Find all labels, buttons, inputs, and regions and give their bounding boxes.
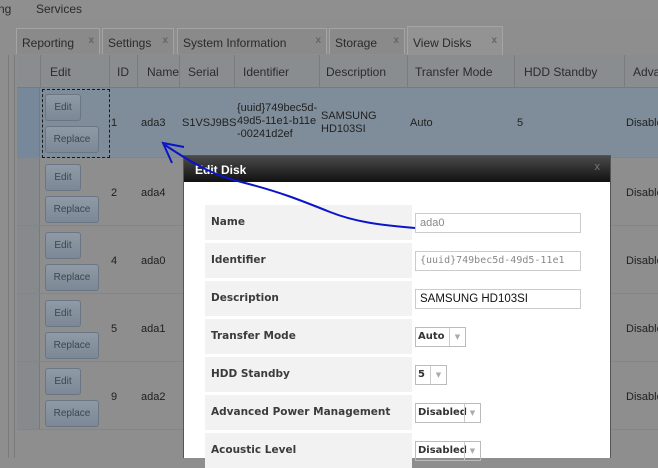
chevron-down-icon: ▼	[464, 404, 480, 422]
acoustic-level-select[interactable]: Disabled ▼	[415, 441, 481, 461]
tab-label: Storage	[335, 36, 378, 50]
focus-outline	[42, 89, 110, 158]
hdd-standby-select[interactable]: 5 ▼	[415, 365, 447, 385]
table-row[interactable]: Edit Replace 1 ada3 DisabledS1VSJ9BS {uu…	[17, 88, 658, 158]
col-edit[interactable]: Edit	[50, 65, 71, 79]
col-transfer-mode[interactable]: Transfer Mode	[415, 65, 493, 79]
cell-name: ada4	[141, 187, 166, 199]
cell-id: 4	[111, 255, 118, 267]
field-row-identifier: Identifier	[205, 243, 412, 278]
tab-reporting[interactable]: Reporting x	[16, 28, 100, 54]
tab-settings[interactable]: Settings x	[102, 28, 174, 54]
cell-identifier: {uuid}749bec5d-49d5-11e1-b11e-00241d2ef	[237, 102, 318, 140]
edit-button[interactable]: Edit	[45, 300, 81, 327]
cell-id: 2	[111, 187, 118, 199]
menu-bar: ng Services	[0, 0, 658, 20]
close-icon[interactable]: x	[162, 35, 168, 46]
close-icon[interactable]: x	[393, 35, 399, 46]
col-identifier[interactable]: Identifier	[243, 65, 289, 79]
chevron-down-icon: ▼	[449, 328, 465, 346]
cell-id: 1	[111, 117, 118, 129]
row-handle	[17, 362, 40, 429]
tab-system-information[interactable]: System Information x	[177, 28, 327, 54]
tab-label: Reporting	[22, 36, 75, 50]
select-value: Disabled	[418, 407, 467, 418]
edit-button[interactable]: Edit	[45, 232, 81, 259]
col-description[interactable]: Description	[326, 65, 386, 79]
cell-apm: Disabled	[626, 187, 658, 199]
col-hdd-standby[interactable]: HDD Standby	[524, 65, 597, 79]
field-row-name: Name	[205, 205, 412, 240]
edit-button[interactable]: Edit	[45, 164, 81, 191]
name-input[interactable]: ada0	[415, 213, 581, 233]
replace-button[interactable]: Replace	[45, 332, 99, 359]
cell-apm: Disabled	[626, 117, 658, 129]
cell-name: ada1	[141, 323, 166, 335]
field-label: Identifier	[211, 254, 266, 266]
divider	[14, 55, 15, 458]
field-row-apm: Advanced Power Management	[205, 395, 412, 430]
row-handle	[17, 158, 40, 225]
replace-button[interactable]: Replace	[45, 400, 99, 427]
cell-apm: Disabled	[626, 323, 658, 335]
select-value: 5	[418, 369, 425, 380]
field-label: Acoustic Level	[211, 444, 297, 456]
replace-button[interactable]: Replace	[45, 264, 99, 291]
menu-item-partial[interactable]: ng	[0, 2, 11, 16]
col-id[interactable]: ID	[117, 65, 129, 79]
cell-id: 9	[111, 391, 118, 403]
cell-id: 5	[111, 323, 118, 335]
cell-serial: S1VSJ9BS	[182, 117, 237, 129]
description-input[interactable]: SAMSUNG HD103SI	[415, 289, 581, 309]
transfer-mode-select[interactable]: Auto ▼	[415, 327, 466, 347]
chevron-down-icon: ▼	[464, 442, 480, 460]
tab-label: View Disks	[413, 36, 472, 50]
cell-apm: Disabled	[626, 391, 658, 403]
close-icon[interactable]: x	[491, 35, 497, 46]
identifier-input[interactable]: {uuid}749bec5d-49d5-11e1	[415, 251, 581, 271]
tab-view-disks[interactable]: View Disks x	[407, 26, 503, 55]
cell-hdd-standby: 5	[517, 117, 524, 129]
field-label: Description	[211, 292, 279, 304]
cell-apm: Disabled	[626, 255, 658, 267]
field-label: HDD Standby	[211, 368, 290, 380]
field-row-transfer-mode: Transfer Mode	[205, 319, 412, 354]
edit-button[interactable]: Edit	[45, 368, 81, 395]
cell-name: ada0	[141, 255, 166, 267]
close-icon[interactable]: x	[315, 35, 321, 46]
tab-label: Settings	[108, 36, 152, 50]
tab-storage[interactable]: Storage x	[329, 28, 405, 54]
field-row-acoustic-level: Acoustic Level	[205, 433, 412, 468]
col-advanced[interactable]: Advan	[633, 65, 658, 79]
replace-button[interactable]: Replace	[45, 196, 99, 223]
cell-name: ada2	[141, 391, 166, 403]
col-name[interactable]: Name	[147, 65, 179, 79]
table-header: Edit ID Name Serial Identifier Descripti…	[17, 55, 658, 88]
cell-transfer-mode: Auto	[410, 117, 433, 129]
divider	[8, 55, 9, 458]
field-row-description: Description	[205, 281, 412, 316]
cell-description: SAMSUNG HD103SI	[321, 110, 377, 135]
row-handle	[17, 294, 40, 361]
cell-name: ada3	[141, 117, 166, 129]
dialog-title: Edit Disk	[184, 156, 610, 182]
select-value: Auto	[418, 331, 445, 342]
apm-select[interactable]: Disabled ▼	[415, 403, 481, 423]
tab-label: System Information	[183, 36, 287, 50]
field-label: Advanced Power Management	[211, 406, 391, 418]
edit-disk-dialog: Edit Disk x Name ada0 Identifier {uuid}7…	[183, 155, 611, 468]
field-label: Transfer Mode	[211, 330, 296, 342]
select-value: Disabled	[418, 445, 467, 456]
field-row-hdd-standby: HDD Standby	[205, 357, 412, 392]
close-icon[interactable]: x	[595, 161, 601, 173]
menu-item-services[interactable]: Services	[36, 2, 82, 16]
field-label: Name	[211, 216, 245, 228]
row-handle	[17, 226, 40, 293]
row-handle	[17, 88, 40, 157]
chevron-down-icon: ▼	[430, 366, 446, 384]
col-serial[interactable]: Serial	[188, 65, 219, 79]
close-icon[interactable]: x	[88, 35, 94, 46]
